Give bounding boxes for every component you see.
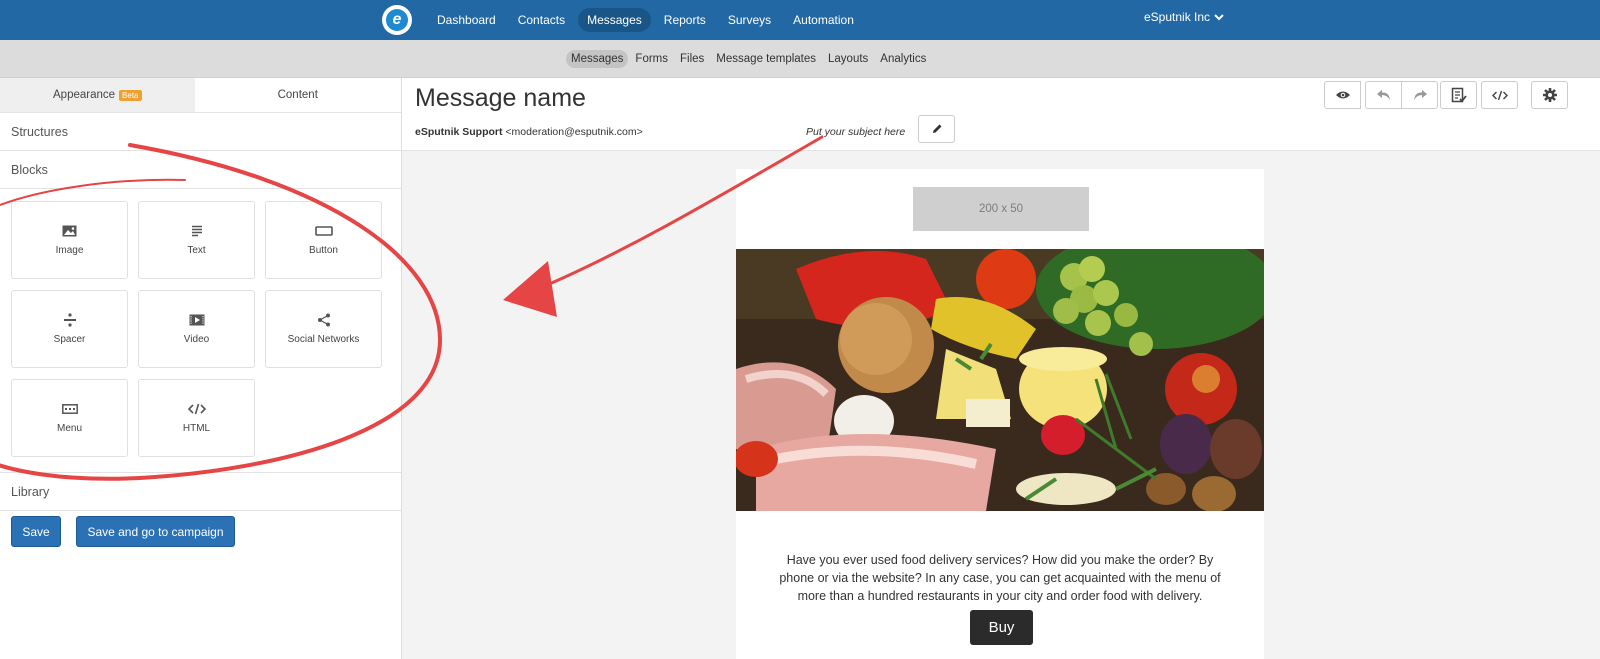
pencil-icon <box>932 124 941 133</box>
block-image-label: Image <box>55 245 84 256</box>
block-video[interactable]: Video <box>138 290 255 368</box>
undo-icon <box>1376 90 1390 100</box>
email-body-text[interactable]: Have you ever used food delivery service… <box>776 551 1224 605</box>
block-button-label: Button <box>309 245 338 256</box>
block-spacer-label: Spacer <box>53 334 86 345</box>
main-nav: Dashboard Contacts Messages Reports Surv… <box>428 8 863 32</box>
subnav-forms[interactable]: Forms <box>630 50 673 68</box>
logo-placeholder[interactable]: 200 x 50 <box>913 187 1089 231</box>
sender-email: <moderation@esputnik.com> <box>505 126 643 138</box>
block-button[interactable]: Button <box>265 201 382 279</box>
image-icon <box>61 224 79 238</box>
subnav-analytics[interactable]: Analytics <box>875 50 931 68</box>
edit-subject-button[interactable] <box>918 115 955 143</box>
nav-contacts[interactable]: Contacts <box>509 8 574 32</box>
block-menu[interactable]: Menu <box>11 379 128 457</box>
email-preview: 200 x 50 Have you ever used food deliver… <box>736 169 1264 659</box>
left-panel: Appearance Beta Content Structures Block… <box>0 78 402 659</box>
text-icon <box>188 224 206 238</box>
block-spacer[interactable]: Spacer <box>11 290 128 368</box>
block-video-label: Video <box>183 334 210 345</box>
buy-button[interactable]: Buy <box>970 610 1033 645</box>
sub-navigation-bar: Messages Forms Files Message templates L… <box>0 40 1600 78</box>
block-social-networks[interactable]: Social Networks <box>265 290 382 368</box>
sender-name: eSputnik Support <box>415 126 503 138</box>
redo-button[interactable] <box>1401 81 1438 109</box>
hero-image-food[interactable] <box>736 249 1264 511</box>
subnav-layouts[interactable]: Layouts <box>823 50 873 68</box>
eye-icon <box>1335 91 1350 99</box>
subject-line[interactable]: Put your subject here <box>806 126 905 138</box>
section-structures[interactable]: Structures <box>0 113 401 151</box>
gear-icon <box>1542 88 1557 102</box>
section-blocks[interactable]: Blocks <box>0 151 401 189</box>
block-menu-label: Menu <box>56 423 82 434</box>
save-button[interactable]: Save <box>11 516 61 547</box>
message-name[interactable]: Message name <box>415 84 586 113</box>
button-icon <box>314 224 333 238</box>
preview-button[interactable] <box>1324 81 1361 109</box>
nav-surveys[interactable]: Surveys <box>719 8 780 32</box>
nav-reports[interactable]: Reports <box>655 8 715 32</box>
html-code-button[interactable] <box>1481 81 1518 109</box>
save-and-go-to-campaign-button[interactable]: Save and go to campaign <box>76 516 235 547</box>
tab-appearance[interactable]: Appearance Beta <box>0 78 195 112</box>
account-menu[interactable]: eSputnik Inc <box>1144 10 1224 24</box>
nav-dashboard[interactable]: Dashboard <box>428 8 505 32</box>
editor-header: Message name eSputnik Support <moderatio… <box>402 78 1600 151</box>
section-library[interactable]: Library <box>0 473 401 511</box>
chevron-down-icon <box>1214 14 1224 21</box>
tab-content[interactable]: Content <box>194 78 401 112</box>
block-html-label: HTML <box>182 423 211 434</box>
subnav-message-templates[interactable]: Message templates <box>711 50 821 68</box>
checklist-icon <box>1451 87 1467 103</box>
block-html[interactable]: HTML <box>138 379 255 457</box>
account-name: eSputnik Inc <box>1144 10 1211 24</box>
code-icon <box>1491 90 1508 100</box>
beta-badge: Beta <box>119 89 142 101</box>
undo-button[interactable] <box>1365 81 1402 109</box>
code-icon <box>187 402 206 416</box>
block-text[interactable]: Text <box>138 201 255 279</box>
tab-content-label: Content <box>277 89 318 101</box>
nav-automation[interactable]: Automation <box>784 8 863 32</box>
block-text-label: Text <box>187 245 206 256</box>
checklist-button[interactable] <box>1440 81 1477 109</box>
settings-button[interactable] <box>1531 81 1568 109</box>
panel-tabs: Appearance Beta Content <box>0 78 401 113</box>
menu-icon <box>61 402 79 416</box>
block-image[interactable]: Image <box>11 201 128 279</box>
sender-info[interactable]: eSputnik Support <moderation@esputnik.co… <box>415 126 643 138</box>
email-canvas: 200 x 50 Have you ever used food deliver… <box>402 151 1600 659</box>
top-navigation-bar: e Dashboard Contacts Messages Reports Su… <box>0 0 1600 40</box>
sub-nav: Messages Forms Files Message templates L… <box>566 50 931 68</box>
spacer-icon <box>61 313 79 327</box>
subnav-files[interactable]: Files <box>675 50 709 68</box>
tab-appearance-label: Appearance <box>53 89 116 101</box>
blocks-grid: Image Text Button Spacer Video Social Ne… <box>0 189 401 473</box>
share-icon <box>315 313 333 327</box>
esputnik-logo[interactable]: e <box>382 5 412 35</box>
block-social-networks-label: Social Networks <box>287 334 360 345</box>
nav-messages[interactable]: Messages <box>578 8 651 32</box>
subnav-messages[interactable]: Messages <box>566 50 629 68</box>
video-icon <box>188 313 206 327</box>
redo-icon <box>1413 90 1427 100</box>
